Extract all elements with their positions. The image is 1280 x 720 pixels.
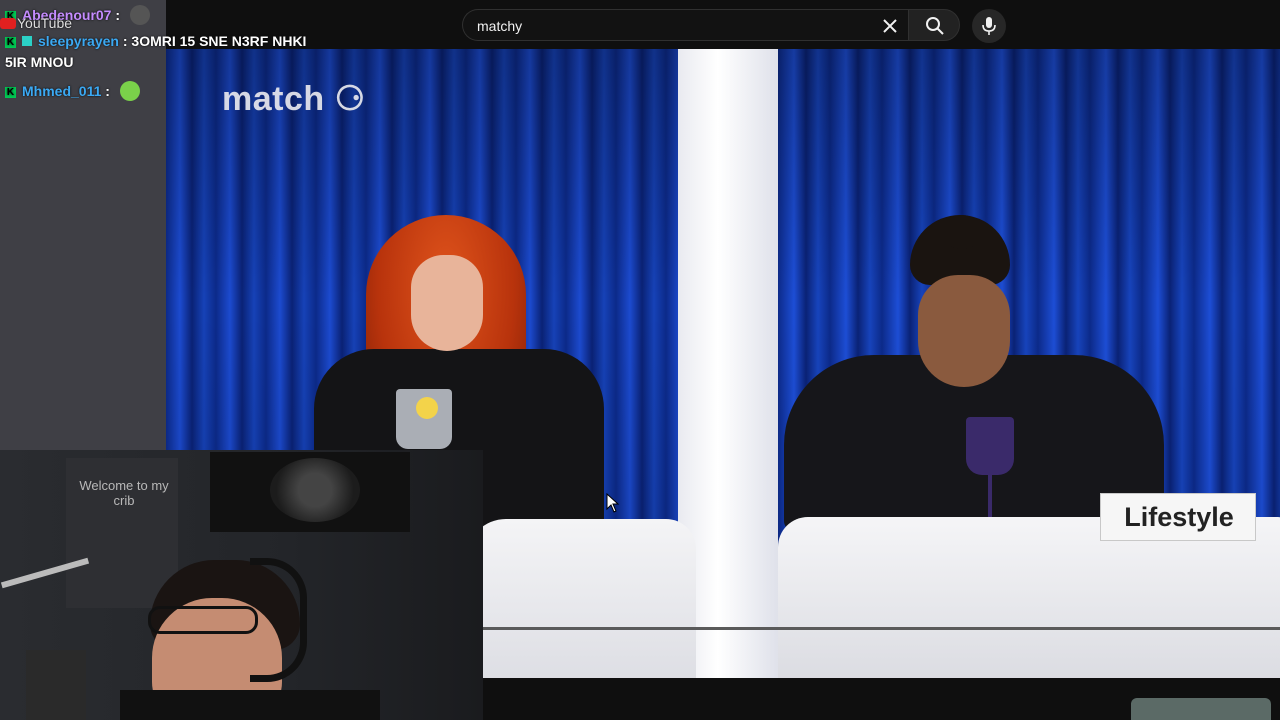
glass-stem (988, 473, 992, 517)
chat-message: Ksleepyrayen : 3OMRI 15 SNE N3RF NHKI (5, 33, 307, 49)
glasses (148, 606, 258, 634)
shelf (26, 650, 86, 720)
emote-icon (129, 5, 150, 25)
drink-glass-right (966, 417, 1014, 475)
subscriber-badge-icon (22, 36, 32, 46)
clear-search-icon[interactable] (878, 14, 902, 38)
video-thumbnail[interactable] (1131, 698, 1271, 720)
chat-message: 5IR MNOU (5, 54, 74, 70)
kick-badge-icon: K (5, 87, 16, 98)
chat-message: K Mhmed_011 : (5, 81, 140, 101)
mouse-cursor-icon (606, 492, 620, 518)
emote-icon (119, 81, 140, 101)
lemon-slice (416, 397, 438, 419)
man-hair-bun (942, 215, 982, 249)
streamer-webcam: Welcome to my crib (0, 450, 483, 720)
skull-icon (270, 458, 360, 522)
headset (250, 558, 307, 682)
streamer-shirt (120, 690, 380, 720)
horizontal-line (482, 627, 1280, 630)
search-box[interactable] (462, 9, 908, 42)
table-right (778, 517, 1280, 678)
search-input[interactable] (475, 10, 859, 42)
voice-search-button[interactable] (972, 9, 1006, 43)
search-icon (926, 17, 944, 35)
table-left (466, 519, 696, 678)
woman-face (411, 255, 483, 351)
kick-badge-icon: K (5, 37, 16, 48)
man-face (918, 275, 1010, 387)
chat-overlay: K Abedenour07 : YouTube Ksleepyrayen : 3O… (0, 0, 320, 101)
welcome-poster: Welcome to my crib (66, 458, 178, 608)
youtube-logo-icon (0, 18, 16, 29)
microphone-icon (982, 17, 996, 35)
lifestyle-placard: Lifestyle (1100, 493, 1256, 541)
search-button[interactable] (908, 9, 960, 41)
youtube-label: YouTube (17, 15, 73, 31)
